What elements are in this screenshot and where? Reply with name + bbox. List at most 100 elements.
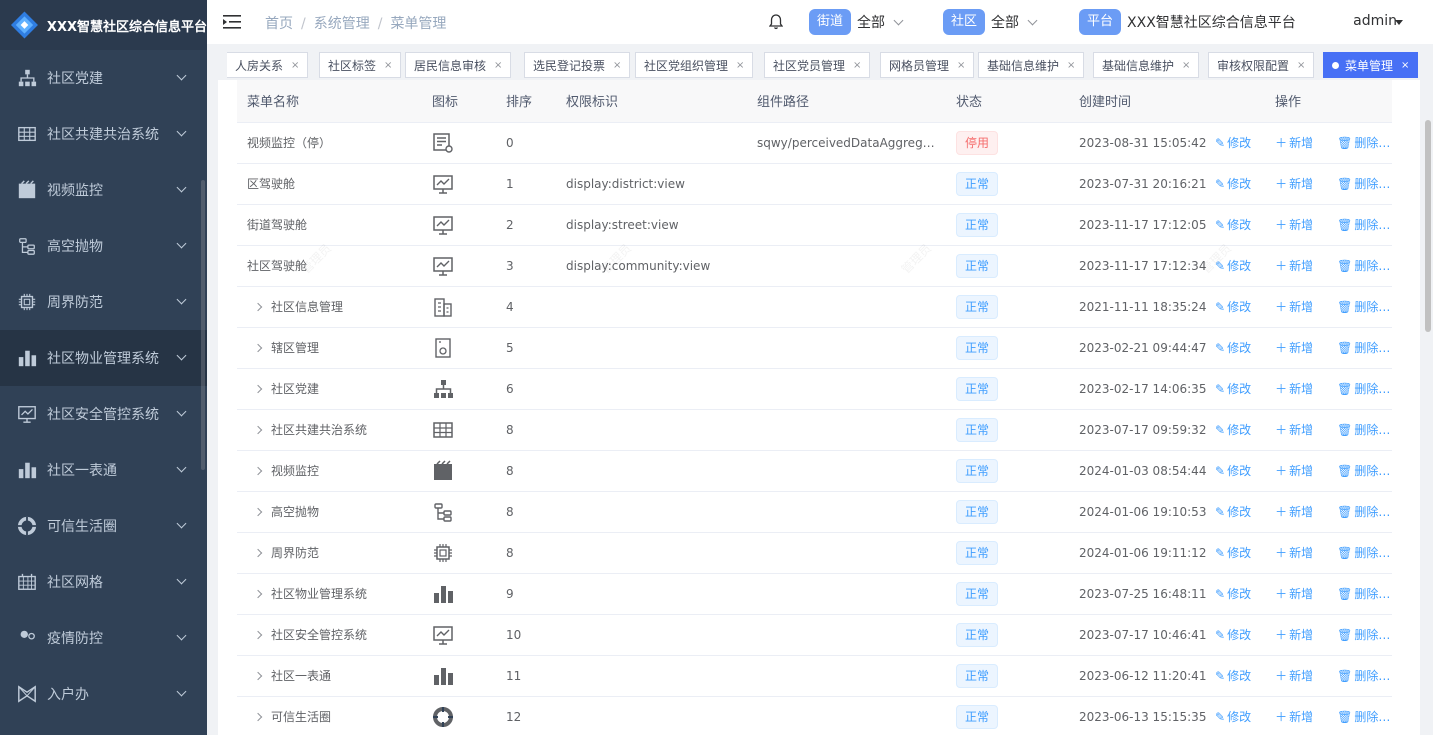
add-button[interactable]: ＋新增 [1275,628,1325,642]
sidebar-item[interactable]: 社区一表通 [0,442,207,498]
edit-button[interactable]: ✎ 修改 [1215,710,1263,724]
table-row[interactable]: 社区驾驶舱 3 display:community:view 正常 2023-1… [237,245,1392,287]
tab-8[interactable]: 基础信息维护 × [1093,52,1200,78]
close-icon[interactable]: × [613,60,621,71]
sidebar-item[interactable]: 社区物业管理系统 [0,330,207,386]
chevron-right-icon[interactable] [253,630,263,640]
platform-select[interactable]: 平台 XXX智慧社区综合信息平台 [1079,9,1296,35]
add-button[interactable]: ＋新增 [1275,218,1325,232]
add-button[interactable]: ＋新增 [1275,177,1325,191]
add-button[interactable]: ＋新增 [1275,300,1325,314]
table-row[interactable]: 社区共建共治系统 8 正常 2023-07-17 09:59:32 ✎ 修改 ＋新增… [237,409,1392,451]
edit-button[interactable]: ✎ 修改 [1215,300,1263,314]
delete-button[interactable]: 🗑 删除 [1337,505,1390,519]
delete-button[interactable]: 🗑 删除 [1337,382,1390,396]
breadcrumb-home[interactable]: 首页 [265,16,293,32]
add-button[interactable]: ＋新增 [1275,710,1325,724]
table-row[interactable]: 街道驾驶舱 2 display:street:view 正常 2023-11-1… [237,204,1392,246]
chevron-right-icon[interactable] [253,712,263,722]
edit-button[interactable]: ✎ 修改 [1215,136,1263,150]
delete-button[interactable]: 🗑 删除 [1337,341,1390,355]
delete-button[interactable]: 🗑 删除 [1337,423,1390,437]
tab-5[interactable]: 社区党员管理 × [764,52,871,78]
sidebar-item[interactable]: 社区安全管控系统 [0,386,207,442]
table-row[interactable]: 视频监控（停） 0 sqwy/perceivedDataAggreg… 停用 2… [237,122,1392,164]
table-row[interactable]: 社区一表通 11 正常 2023-06-12 11:20:41 ✎ 修改 ＋新增 🗑 删… [237,655,1392,697]
tab-4[interactable]: 社区党组织管理 × [635,52,754,78]
delete-button[interactable]: 🗑 删除 [1337,136,1390,150]
edit-button[interactable]: ✎ 修改 [1215,587,1263,601]
close-icon[interactable]: × [957,60,965,71]
add-button[interactable]: ＋新增 [1275,341,1325,355]
delete-button[interactable]: 🗑 删除 [1337,628,1390,642]
street-select[interactable]: 街道 全部 [809,9,904,35]
table-row[interactable]: 可信生活圈 12 正常 2023-06-13 15:15:35 ✎ 修改 ＋新增 🗑 删… [237,696,1392,735]
edit-button[interactable]: ✎ 修改 [1215,218,1263,232]
delete-button[interactable]: 🗑 删除 [1337,464,1390,478]
sidebar-item[interactable]: 疫情防控 [0,610,207,666]
edit-button[interactable]: ✎ 修改 [1215,341,1263,355]
tab-0[interactable]: 人房关系 × [227,52,309,78]
add-button[interactable]: ＋新增 [1275,259,1325,273]
add-button[interactable]: ＋新增 [1275,546,1325,560]
sidebar-item[interactable]: 可信生活圈 [0,498,207,554]
tab-1[interactable]: 社区标签 × [319,52,402,78]
chevron-right-icon[interactable] [253,466,263,476]
close-icon[interactable]: × [853,60,861,71]
edit-button[interactable]: ✎ 修改 [1215,669,1263,683]
hamburger-icon[interactable] [223,14,241,30]
delete-button[interactable]: 🗑 删除 [1337,587,1390,601]
edit-button[interactable]: ✎ 修改 [1215,464,1263,478]
tab-3[interactable]: 选民登记投票 × [524,52,631,78]
close-icon[interactable]: × [1182,60,1190,71]
delete-button[interactable]: 🗑 删除 [1337,259,1390,273]
table-row[interactable]: 社区物业管理系统 9 正常 2023-07-25 16:48:11 ✎ 修改 ＋新增… [237,573,1392,615]
table-row[interactable]: 社区安全管控系统 10 正常 2023-07-17 10:46:41 ✎ 修改 ＋新… [237,614,1392,656]
add-button[interactable]: ＋新增 [1275,587,1325,601]
table-row[interactable]: 视频监控 8 正常 2024-01-03 08:54:44 ✎ 修改 ＋新增 🗑 删除 [237,450,1392,492]
edit-button[interactable]: ✎ 修改 [1215,382,1263,396]
delete-button[interactable]: 🗑 删除 [1337,669,1390,683]
chevron-right-icon[interactable] [253,507,263,517]
edit-button[interactable]: ✎ 修改 [1215,546,1263,560]
delete-button[interactable]: 🗑 删除 [1337,218,1390,232]
chevron-right-icon[interactable] [253,548,263,558]
add-button[interactable]: ＋新增 [1275,423,1325,437]
close-icon[interactable]: × [494,60,502,71]
close-icon[interactable]: × [1297,60,1305,71]
tab-2[interactable]: 居民信息审核 × [405,52,512,78]
add-button[interactable]: ＋新增 [1275,669,1325,683]
tab-7[interactable]: 基础信息维护 × [978,52,1085,78]
chevron-right-icon[interactable] [253,343,263,353]
table-row[interactable]: 社区党建 6 正常 2023-02-17 14:06:35 ✎ 修改 ＋新增 🗑 删除 [237,368,1392,410]
add-button[interactable]: ＋新增 [1275,464,1325,478]
delete-button[interactable]: 🗑 删除 [1337,546,1390,560]
close-icon[interactable]: × [1401,60,1409,71]
main-scrollbar[interactable] [1425,120,1431,332]
table-row[interactable]: 辖区管理 5 正常 2023-02-21 09:44:47 ✎ 修改 ＋新增 🗑 删除 [237,327,1392,369]
delete-button[interactable]: 🗑 删除 [1337,300,1390,314]
add-button[interactable]: ＋新增 [1275,505,1325,519]
user-menu[interactable]: admin [1353,13,1397,29]
close-icon[interactable]: × [384,60,392,71]
close-icon[interactable]: × [291,60,299,71]
table-row[interactable]: 社区信息管理 4 正常 2021-11-11 18:35:24 ✎ 修改 ＋新增 🗑 删… [237,286,1392,328]
edit-button[interactable]: ✎ 修改 [1215,505,1263,519]
close-icon[interactable]: × [736,60,744,71]
sidebar-item[interactable]: 社区网格 [0,554,207,610]
sidebar-item[interactable]: 社区共建共治系统 [0,106,207,162]
sidebar-item[interactable]: 高空抛物 [0,218,207,274]
chevron-right-icon[interactable] [253,384,263,394]
edit-button[interactable]: ✎ 修改 [1215,423,1263,437]
delete-button[interactable]: 🗑 删除 [1337,710,1390,724]
delete-button[interactable]: 🗑 删除 [1337,177,1390,191]
tab-10[interactable]: 菜单管理 × [1323,52,1419,78]
add-button[interactable]: ＋新增 [1275,136,1325,150]
chevron-right-icon[interactable] [253,302,263,312]
sidebar-item[interactable]: 视频监控 [0,162,207,218]
add-button[interactable]: ＋新增 [1275,382,1325,396]
table-row[interactable]: 高空抛物 8 正常 2024-01-06 19:10:53 ✎ 修改 ＋新增 🗑 删除 [237,491,1392,533]
sidebar-scrollbar[interactable] [201,180,205,470]
breadcrumb-system[interactable]: 系统管理 [314,16,370,32]
table-row[interactable]: 区驾驶舱 1 display:district:view 正常 2023-07-… [237,163,1392,205]
